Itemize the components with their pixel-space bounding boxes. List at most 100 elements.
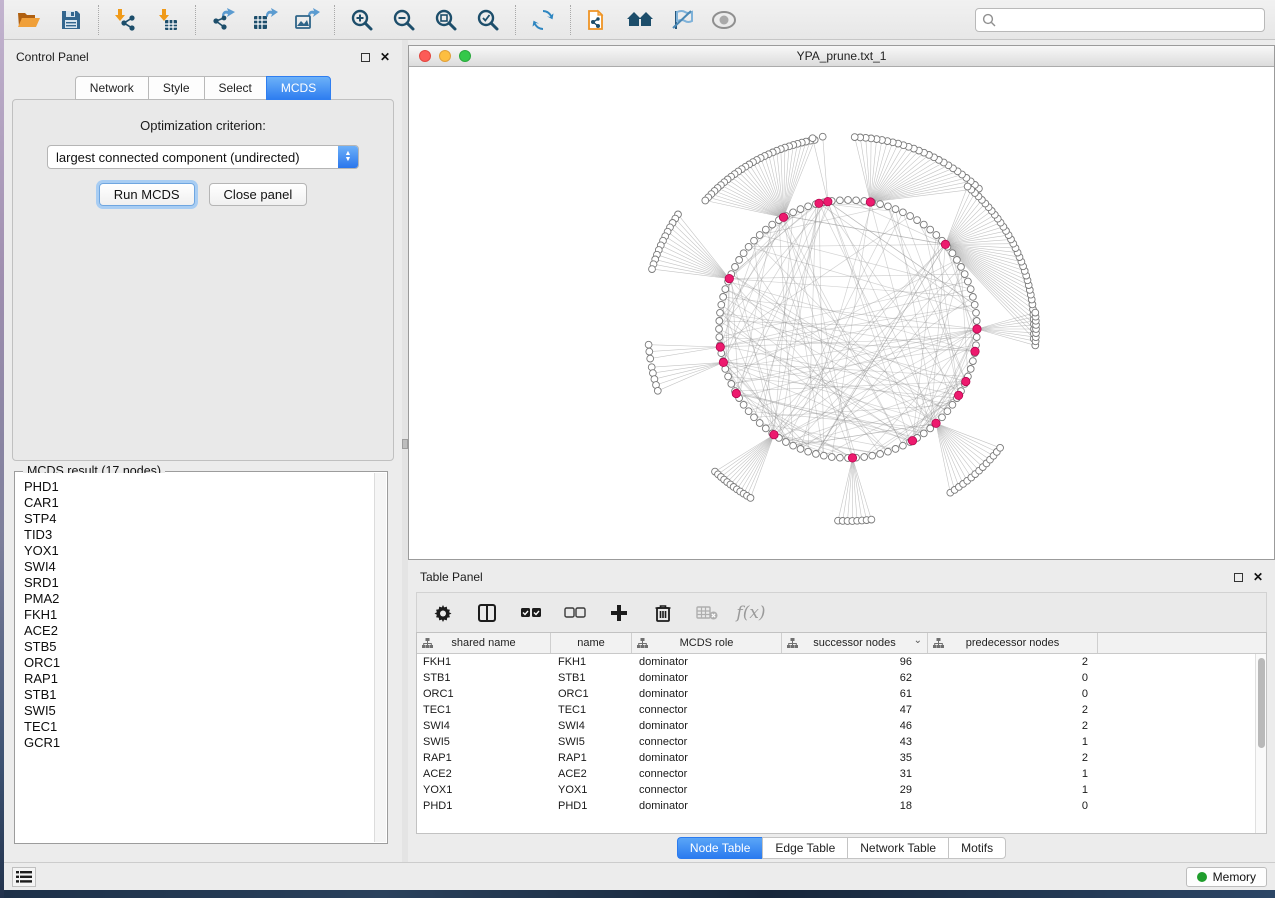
save-session-icon[interactable] <box>56 5 86 35</box>
table-settings-icon[interactable] <box>431 601 455 625</box>
tab-select[interactable]: Select <box>204 76 266 100</box>
tab-mcds[interactable]: MCDS <box>266 76 331 100</box>
tab-motifs[interactable]: Motifs <box>948 837 1006 859</box>
cell-MCDS-role[interactable]: dominator <box>632 656 782 668</box>
tab-style[interactable]: Style <box>148 76 204 100</box>
float-panel-icon[interactable] <box>361 53 370 62</box>
cell-MCDS-role[interactable]: dominator <box>632 672 782 684</box>
cell-successor-nodes[interactable]: 31 <box>782 768 928 780</box>
cell-shared-name[interactable]: RAP1 <box>417 752 551 764</box>
cell-predecessor-nodes[interactable]: 2 <box>928 720 1098 732</box>
cell-name[interactable]: STB1 <box>551 672 632 684</box>
cell-shared-name[interactable]: TEC1 <box>417 704 551 716</box>
cell-predecessor-nodes[interactable]: 0 <box>928 688 1098 700</box>
network-graph[interactable] <box>409 67 1274 559</box>
mcds-result-item[interactable]: FKH1 <box>24 607 386 623</box>
cell-predecessor-nodes[interactable]: 0 <box>928 672 1098 684</box>
cell-name[interactable]: YOX1 <box>551 784 632 796</box>
cell-shared-name[interactable]: STB1 <box>417 672 551 684</box>
mcds-result-item[interactable]: TID3 <box>24 527 386 543</box>
cell-name[interactable]: TEC1 <box>551 704 632 716</box>
table-row[interactable]: FKH1FKH1dominator962 <box>417 654 1266 670</box>
network-file-icon[interactable] <box>583 5 613 35</box>
mcds-result-item[interactable]: STB1 <box>24 687 386 703</box>
cell-successor-nodes[interactable]: 29 <box>782 784 928 796</box>
memory-button[interactable]: Memory <box>1186 867 1267 887</box>
import-table-icon[interactable] <box>153 5 183 35</box>
mcds-result-item[interactable]: PMA2 <box>24 591 386 607</box>
search-field[interactable] <box>975 8 1265 32</box>
cell-shared-name[interactable]: SWI5 <box>417 736 551 748</box>
tab-network-table[interactable]: Network Table <box>847 837 948 859</box>
optimization-criterion-select[interactable]: largest connected component (undirected)… <box>47 145 359 169</box>
cell-successor-nodes[interactable]: 35 <box>782 752 928 764</box>
mcds-result-item[interactable]: SWI4 <box>24 559 386 575</box>
tab-node-table[interactable]: Node Table <box>677 837 763 859</box>
mcds-result-item[interactable]: STB5 <box>24 639 386 655</box>
table-row[interactable]: YOX1YOX1connector291 <box>417 782 1266 798</box>
cell-predecessor-nodes[interactable]: 2 <box>928 704 1098 716</box>
cell-shared-name[interactable]: YOX1 <box>417 784 551 796</box>
cell-shared-name[interactable]: SWI4 <box>417 720 551 732</box>
cell-MCDS-role[interactable]: connector <box>632 736 782 748</box>
zoom-fit-icon[interactable] <box>431 5 461 35</box>
table-row[interactable]: PHD1PHD1dominator180 <box>417 798 1266 814</box>
panel-splitter[interactable] <box>402 40 408 862</box>
search-input[interactable] <box>1001 13 1258 27</box>
export-table-icon[interactable] <box>250 5 280 35</box>
cell-predecessor-nodes[interactable]: 1 <box>928 736 1098 748</box>
mcds-result-item[interactable]: RAP1 <box>24 671 386 687</box>
tab-network[interactable]: Network <box>75 76 148 100</box>
cell-name[interactable]: PHD1 <box>551 800 632 812</box>
network-canvas[interactable] <box>409 67 1274 559</box>
column-header-successor-nodes[interactable]: successor nodes⌄ <box>782 633 928 653</box>
table-row[interactable]: ORC1ORC1dominator610 <box>417 686 1266 702</box>
run-mcds-button[interactable]: Run MCDS <box>99 183 195 206</box>
cell-name[interactable]: SWI5 <box>551 736 632 748</box>
table-row[interactable]: ACE2ACE2connector311 <box>417 766 1266 782</box>
add-column-icon[interactable] <box>607 601 631 625</box>
cell-MCDS-role[interactable]: dominator <box>632 752 782 764</box>
close-panel-icon[interactable]: ✕ <box>380 53 390 62</box>
float-table-panel-icon[interactable] <box>1234 573 1243 582</box>
mcds-result-item[interactable]: SWI5 <box>24 703 386 719</box>
cell-predecessor-nodes[interactable]: 1 <box>928 784 1098 796</box>
cell-shared-name[interactable]: FKH1 <box>417 656 551 668</box>
task-history-button[interactable] <box>12 867 36 887</box>
mcds-result-item[interactable]: PHD1 <box>24 479 386 495</box>
cell-MCDS-role[interactable]: dominator <box>632 800 782 812</box>
refresh-icon[interactable] <box>528 5 558 35</box>
table-row[interactable]: SWI5SWI5connector431 <box>417 734 1266 750</box>
cell-predecessor-nodes[interactable]: 2 <box>928 752 1098 764</box>
cell-successor-nodes[interactable]: 62 <box>782 672 928 684</box>
table-row[interactable]: STB1STB1dominator620 <box>417 670 1266 686</box>
cell-name[interactable]: RAP1 <box>551 752 632 764</box>
cell-successor-nodes[interactable]: 47 <box>782 704 928 716</box>
mcds-result-item[interactable]: ACE2 <box>24 623 386 639</box>
cell-MCDS-role[interactable]: connector <box>632 704 782 716</box>
cell-name[interactable]: ACE2 <box>551 768 632 780</box>
table-row[interactable]: RAP1RAP1dominator352 <box>417 750 1266 766</box>
import-network-icon[interactable] <box>111 5 141 35</box>
cell-successor-nodes[interactable]: 96 <box>782 656 928 668</box>
cell-successor-nodes[interactable]: 18 <box>782 800 928 812</box>
mcds-result-list[interactable]: PHD1CAR1STP4TID3YOX1SWI4SRD1PMA2FKH1ACE2… <box>16 473 386 842</box>
mcds-result-item[interactable]: YOX1 <box>24 543 386 559</box>
column-header-predecessor-nodes[interactable]: predecessor nodes <box>928 633 1098 653</box>
export-network-icon[interactable] <box>208 5 238 35</box>
show-eye-icon[interactable] <box>709 5 739 35</box>
table-scrollbar-thumb[interactable] <box>1258 658 1265 748</box>
table-row[interactable]: SWI4SWI4dominator462 <box>417 718 1266 734</box>
mcds-result-item[interactable]: STP4 <box>24 511 386 527</box>
column-header-MCDS-role[interactable]: MCDS role <box>632 633 782 653</box>
tab-edge-table[interactable]: Edge Table <box>762 837 847 859</box>
zoom-in-icon[interactable] <box>347 5 377 35</box>
cell-name[interactable]: FKH1 <box>551 656 632 668</box>
cell-predecessor-nodes[interactable]: 0 <box>928 800 1098 812</box>
cell-MCDS-role[interactable]: dominator <box>632 720 782 732</box>
cell-successor-nodes[interactable]: 61 <box>782 688 928 700</box>
column-header-shared-name[interactable]: shared name <box>417 633 551 653</box>
deselect-all-rows-icon[interactable] <box>563 601 587 625</box>
cell-name[interactable]: SWI4 <box>551 720 632 732</box>
cell-MCDS-role[interactable]: connector <box>632 784 782 796</box>
